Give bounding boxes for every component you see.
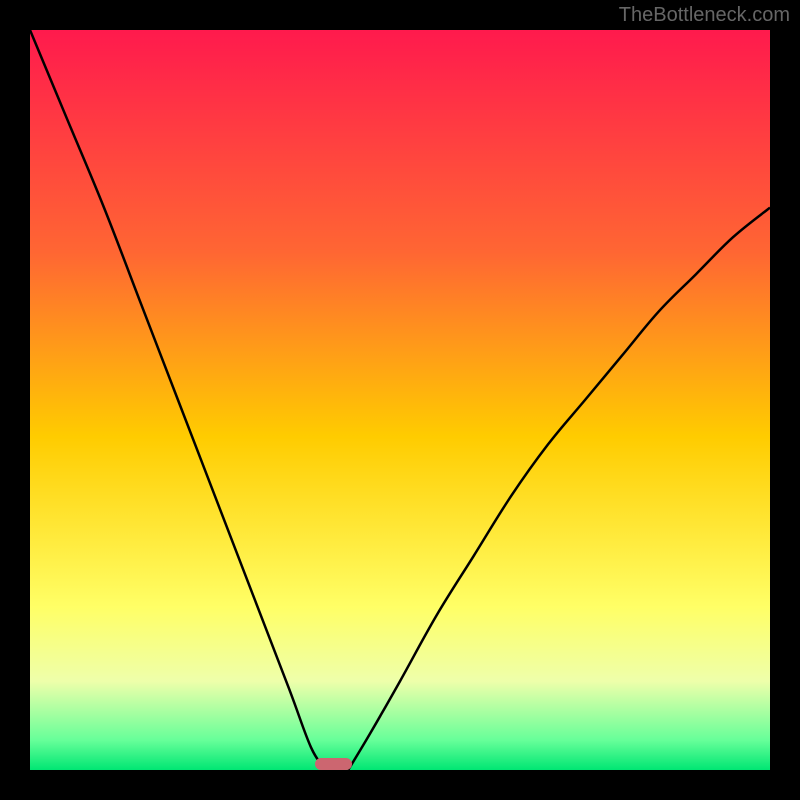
left-curve — [30, 30, 326, 770]
watermark-text: TheBottleneck.com — [619, 4, 790, 27]
plot-area — [30, 30, 770, 770]
bottleneck-curves — [30, 30, 770, 770]
right-curve — [348, 208, 770, 770]
minimum-marker — [315, 758, 352, 770]
